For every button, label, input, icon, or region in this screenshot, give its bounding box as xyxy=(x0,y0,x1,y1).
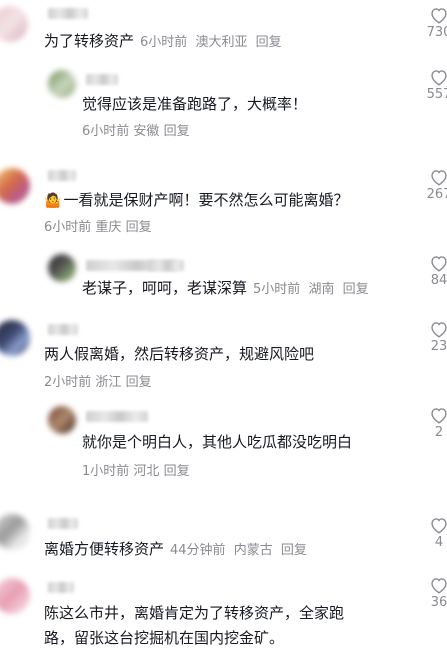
like-button[interactable]: 36 xyxy=(424,576,447,611)
username[interactable] xyxy=(86,74,118,85)
comment-meta: 6小时前 重庆 回复 xyxy=(44,216,152,235)
like-button[interactable]: 84 xyxy=(424,254,447,289)
username[interactable] xyxy=(86,411,148,422)
heart-outline-icon xyxy=(431,8,447,24)
avatar[interactable] xyxy=(48,254,76,282)
avatar[interactable] xyxy=(0,514,30,550)
like-count: 36 xyxy=(430,595,447,610)
comment-item: 陈这么市井，离婚肯定为了转移资产，全家跑 路，留张这台挖掘机在国内挖金矿。 36 xyxy=(0,574,447,650)
reply-button[interactable]: 回复 xyxy=(164,464,190,479)
reply-button[interactable]: 回复 xyxy=(343,282,369,297)
like-button[interactable]: 557 xyxy=(424,68,447,103)
comment-time: 44分钟前 xyxy=(170,543,226,558)
comment-time: 6小时前 xyxy=(140,35,188,50)
comment-item: 🤷一看就是保财产啊！要不然怎么可能离婚？ 6小时前 重庆 回复 267 xyxy=(0,162,447,242)
comment-location: 内蒙古 xyxy=(233,543,273,558)
comment-meta: 2小时前 浙江 回复 xyxy=(44,371,152,390)
reply-item: 就你是个明白人，其他人吃瓜都没吃明白 1小时前 河北 回复 2 xyxy=(0,400,447,482)
comment-location: 安徽 xyxy=(133,124,160,139)
like-button[interactable]: 2 xyxy=(424,406,447,441)
comment-item: 两人假离婚，然后转移资产，规避风险吧 2小时前 浙江 回复 23 xyxy=(0,316,447,396)
reply-button[interactable]: 回复 xyxy=(164,124,190,139)
reply-button[interactable]: 回复 xyxy=(126,220,152,235)
comment-text: 🤷 一看就是保财产啊！要不然怎么可能离婚？ xyxy=(44,188,348,213)
like-count: 267 xyxy=(426,187,447,202)
comment-location: 河北 xyxy=(133,464,160,479)
comment-time: 1小时前 xyxy=(82,464,130,479)
avatar[interactable] xyxy=(0,320,30,356)
heart-outline-icon xyxy=(431,256,447,272)
username[interactable] xyxy=(48,170,76,181)
username[interactable] xyxy=(48,324,78,335)
comment-text: 离婚方便转移资产 44分钟前 内蒙古 回复 xyxy=(44,540,307,558)
heart-outline-icon xyxy=(431,170,447,186)
heart-outline-icon xyxy=(431,322,447,338)
reply-button[interactable]: 回复 xyxy=(256,35,282,50)
username[interactable] xyxy=(48,582,74,593)
comment-text: 就你是个明白人，其他人吃瓜都没吃明白 xyxy=(82,433,353,451)
comment-time: 6小时前 xyxy=(82,124,130,139)
comment-text-line2: 路，留张这台挖掘机在国内挖金矿。 xyxy=(44,629,285,647)
like-button[interactable]: 730 xyxy=(424,6,447,41)
comment-time: 2小时前 xyxy=(44,375,92,390)
username[interactable] xyxy=(48,8,88,19)
comment-location: 重庆 xyxy=(95,220,122,235)
comment-text-line1: 陈这么市井，离婚肯定为了转移资产，全家跑 xyxy=(44,604,345,622)
comment-location: 湖南 xyxy=(308,282,335,297)
comment-text: 觉得应该是准备跑路了，大概率！ xyxy=(82,95,308,113)
heart-outline-icon xyxy=(431,408,447,424)
username-secondary xyxy=(148,260,184,271)
comment-text: 为了转移资产 6小时前 澳大利亚 回复 xyxy=(44,32,282,50)
comment-text: 两人假离婚，然后转移资产，规避风险吧 xyxy=(44,345,315,363)
username[interactable] xyxy=(48,518,78,529)
heart-outline-icon xyxy=(431,518,447,534)
like-button[interactable]: 23 xyxy=(424,320,447,355)
comment-meta: 6小时前 安徽 回复 xyxy=(82,120,190,139)
emoji-sticker-icon: 🤷 xyxy=(44,193,62,209)
reply-item: 觉得应该是准备跑路了，大概率！ 6小时前 安徽 回复 557 xyxy=(0,62,447,148)
comment-location: 澳大利亚 xyxy=(195,35,248,50)
like-count: 23 xyxy=(430,339,447,354)
heart-outline-icon xyxy=(431,70,447,86)
comment-item: 离婚方便转移资产 44分钟前 内蒙古 回复 4 xyxy=(0,510,447,566)
heart-outline-icon xyxy=(431,578,447,594)
comment-location: 浙江 xyxy=(95,375,122,390)
like-count: 4 xyxy=(434,535,444,550)
like-count: 730 xyxy=(426,25,447,40)
like-button[interactable]: 267 xyxy=(424,168,447,203)
avatar[interactable] xyxy=(48,406,76,434)
reply-button[interactable]: 回复 xyxy=(126,375,152,390)
avatar[interactable] xyxy=(48,70,76,98)
comment-text: 老谋子，呵呵，老谋深算 5小时前 湖南 回复 xyxy=(82,279,369,297)
like-count: 84 xyxy=(430,273,447,288)
like-count: 2 xyxy=(434,425,444,440)
like-button[interactable]: 4 xyxy=(424,516,447,551)
reply-button[interactable]: 回复 xyxy=(281,543,307,558)
avatar[interactable] xyxy=(0,6,28,42)
avatar[interactable] xyxy=(0,578,30,614)
comment-item: 为了转移资产6小时前 澳大利亚 回复 730 xyxy=(0,0,447,62)
avatar[interactable] xyxy=(0,168,30,204)
comment-meta: 1小时前 河北 回复 xyxy=(82,460,190,479)
like-count: 557 xyxy=(426,87,447,102)
comment-time: 6小时前 xyxy=(44,220,92,235)
comment-time: 5小时前 xyxy=(253,282,301,297)
reply-item: 老谋子，呵呵，老谋深算 5小时前 湖南 回复 84 xyxy=(0,250,447,302)
